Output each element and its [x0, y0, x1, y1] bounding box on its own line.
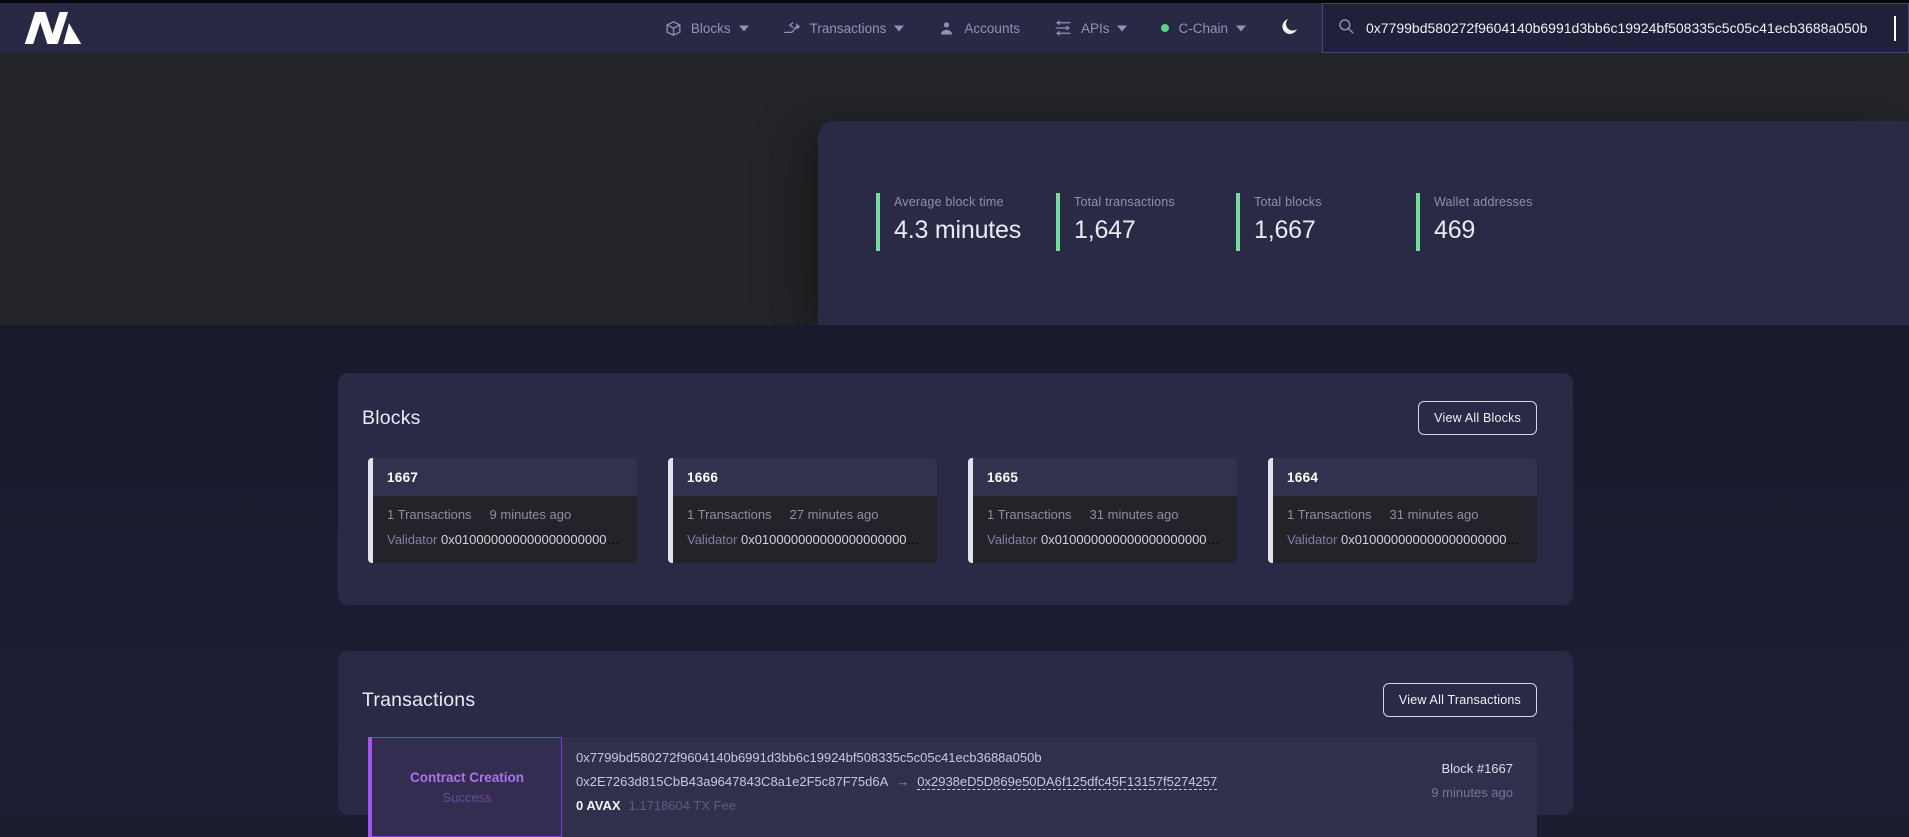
chevron-down-icon — [1236, 25, 1246, 32]
block-card[interactable]: 1665 1 Transactions 31 minutes ago Valid… — [968, 458, 1237, 563]
validator-label: Validator — [1287, 532, 1337, 547]
navbar: Blocks Transactions Accounts — [0, 3, 1909, 53]
transaction-amount: 0 AVAX — [576, 798, 621, 813]
theme-toggle-button[interactable] — [1280, 17, 1300, 40]
transaction-details: 0x7799bd580272f9604140b6991d3bb6c19924bf… — [562, 737, 1337, 837]
validator-address: 0x01000000000000000000000000000000000000… — [1341, 532, 1523, 547]
transactions-icon — [783, 20, 801, 36]
nav-transactions-label: Transactions — [810, 21, 887, 36]
nav-apis[interactable]: APIs — [1054, 20, 1128, 36]
text-caret — [1894, 16, 1896, 41]
status-dot-icon — [1161, 24, 1169, 32]
blocks-section-header: Blocks View All Blocks — [362, 401, 1537, 435]
transaction-addresses: 0x2E7263d815CbB43a9647843C8a1e2F5c87F75d… — [576, 774, 1337, 789]
content: Blocks View All Blocks 1667 1 Transactio… — [0, 325, 1909, 815]
transaction-status: Success — [442, 790, 491, 805]
cube-icon — [665, 20, 682, 37]
transaction-block-link[interactable]: Block #1667 — [1337, 761, 1513, 776]
transactions-section: Transactions View All Transactions Contr… — [338, 651, 1573, 815]
nav-accounts-label: Accounts — [964, 21, 1020, 36]
transaction-fee: 1.1718604 TX Fee — [629, 798, 736, 813]
block-age: 31 minutes ago — [1090, 507, 1179, 522]
nav-accounts[interactable]: Accounts — [938, 20, 1020, 37]
nav-blocks-label: Blocks — [691, 21, 731, 36]
stat-label: Total transactions — [1074, 195, 1236, 209]
block-tx-count: 1 Transactions — [987, 507, 1072, 522]
nav-chain-selector[interactable]: C-Chain — [1161, 21, 1246, 36]
nav-apis-label: APIs — [1081, 21, 1110, 36]
transaction-meta: Block #1667 9 minutes ago — [1337, 737, 1537, 837]
stat-wallet-addresses: Wallet addresses 469 — [1416, 193, 1596, 251]
block-tx-count: 1 Transactions — [387, 507, 472, 522]
block-number[interactable]: 1664 — [1287, 470, 1318, 485]
arrow-right-icon: → — [896, 774, 909, 789]
view-all-transactions-button[interactable]: View All Transactions — [1383, 683, 1537, 717]
stat-average-block-time: Average block time 4.3 minutes — [876, 193, 1056, 251]
stat-label: Wallet addresses — [1434, 195, 1596, 209]
transaction-age: 9 minutes ago — [1337, 785, 1513, 800]
nav-blocks[interactable]: Blocks — [665, 20, 749, 37]
search-bar — [1322, 3, 1909, 53]
block-age: 9 minutes ago — [490, 507, 572, 522]
block-tx-count: 1 Transactions — [687, 507, 772, 522]
transaction-value: 0 AVAX 1.1718604 TX Fee — [576, 798, 1337, 813]
hero-band: Average block time 4.3 minutes Total tra… — [0, 53, 1909, 325]
chevron-down-icon — [894, 25, 904, 32]
validator-label: Validator — [387, 532, 437, 547]
stat-label: Total blocks — [1254, 195, 1416, 209]
validator-address: 0x01000000000000000000000000000000000000… — [741, 532, 923, 547]
stat-total-blocks: Total blocks 1,667 — [1236, 193, 1416, 251]
block-card[interactable]: 1666 1 Transactions 27 minutes ago Valid… — [668, 458, 937, 563]
from-address[interactable]: 0x2E7263d815CbB43a9647843C8a1e2F5c87F75d… — [576, 774, 888, 789]
person-icon — [938, 20, 955, 37]
nav-transactions[interactable]: Transactions — [783, 20, 905, 36]
nav-chain-label: C-Chain — [1178, 21, 1228, 36]
transaction-hash[interactable]: 0x7799bd580272f9604140b6991d3bb6c19924bf… — [576, 750, 1337, 765]
validator-address: 0x01000000000000000000000000000000000000… — [1041, 532, 1223, 547]
stats-panel: Average block time 4.3 minutes Total tra… — [818, 121, 1909, 325]
block-number[interactable]: 1666 — [687, 470, 718, 485]
block-tx-count: 1 Transactions — [1287, 507, 1372, 522]
blocks-section: Blocks View All Blocks 1667 1 Transactio… — [338, 373, 1573, 605]
validator-label: Validator — [987, 532, 1037, 547]
validator-label: Validator — [687, 532, 737, 547]
block-card[interactable]: 1667 1 Transactions 9 minutes ago Valida… — [368, 458, 637, 563]
transaction-row[interactable]: Contract Creation Success 0x7799bd580272… — [368, 737, 1537, 837]
chevron-down-icon — [739, 25, 749, 32]
block-number[interactable]: 1665 — [987, 470, 1018, 485]
stat-total-transactions: Total transactions 1,647 — [1056, 193, 1236, 251]
to-address[interactable]: 0x2938eD5D869e50DA6f125dfc45F13157f52742… — [917, 774, 1217, 789]
avalanche-logo[interactable] — [24, 12, 82, 44]
block-cards-row: 1667 1 Transactions 9 minutes ago Valida… — [368, 458, 1537, 563]
transaction-type-badge: Contract Creation Success — [368, 737, 562, 837]
block-number[interactable]: 1667 — [387, 470, 418, 485]
block-age: 31 minutes ago — [1390, 507, 1479, 522]
blocks-title: Blocks — [362, 407, 421, 430]
stat-value: 4.3 minutes — [894, 216, 1056, 245]
search-input[interactable] — [1366, 20, 1894, 36]
page: Blocks Transactions Accounts — [0, 0, 1909, 815]
stats-row: Average block time 4.3 minutes Total tra… — [876, 193, 1596, 251]
stat-value: 1,667 — [1254, 216, 1416, 245]
moon-icon — [1280, 17, 1300, 40]
transactions-section-header: Transactions View All Transactions — [362, 683, 1537, 717]
stat-value: 469 — [1434, 216, 1596, 245]
search-icon — [1337, 17, 1355, 40]
transactions-title: Transactions — [362, 689, 475, 712]
transaction-type: Contract Creation — [410, 770, 524, 785]
block-card[interactable]: 1664 1 Transactions 31 minutes ago Valid… — [1268, 458, 1537, 563]
main-nav: Blocks Transactions Accounts — [665, 17, 1300, 40]
stat-label: Average block time — [894, 195, 1056, 209]
chevron-down-icon — [1117, 25, 1127, 32]
sliders-icon — [1054, 20, 1072, 36]
block-age: 27 minutes ago — [790, 507, 879, 522]
validator-address: 0x01000000000000000000000000000000000000… — [441, 532, 623, 547]
stat-value: 1,647 — [1074, 216, 1236, 245]
view-all-blocks-button[interactable]: View All Blocks — [1418, 401, 1537, 435]
